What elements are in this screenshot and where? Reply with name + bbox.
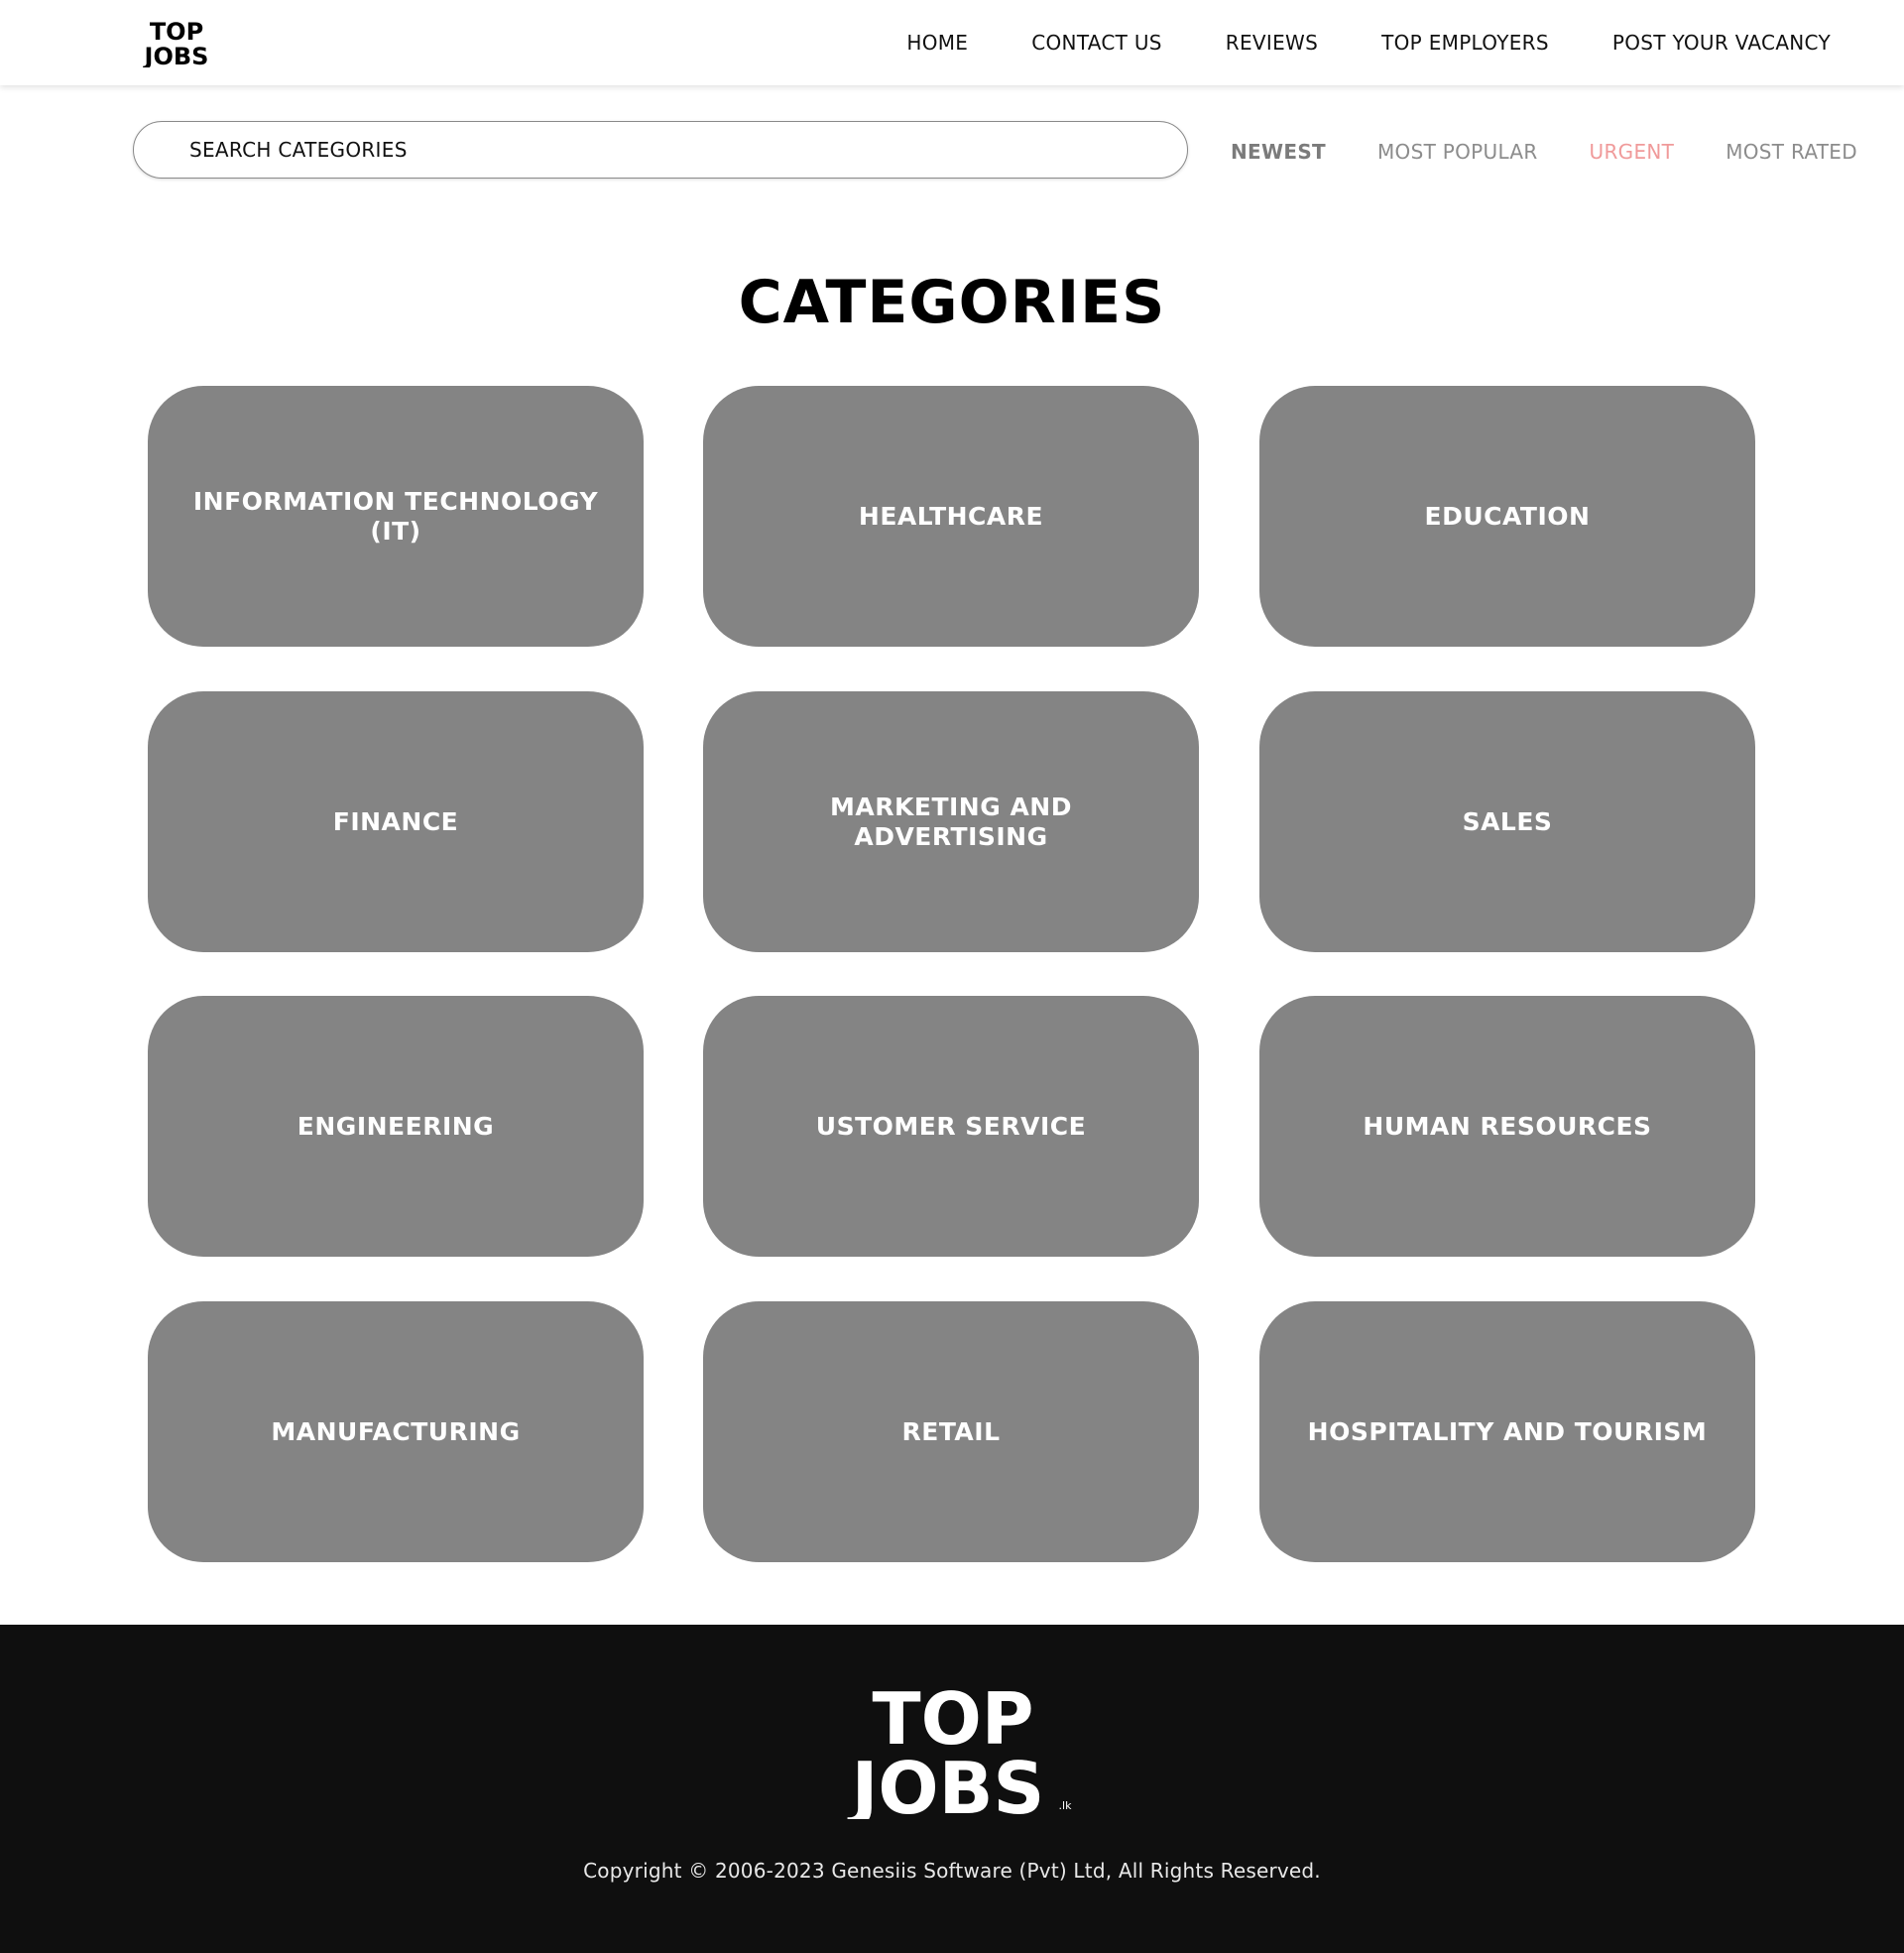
category-label: RETAIL (901, 1416, 1001, 1446)
main-nav: HOME CONTACT US REVIEWS TOP EMPLOYERS PO… (906, 0, 1831, 85)
category-card-it[interactable]: INFORMATION TECHNOLOGY (IT) (148, 386, 644, 647)
category-label: ENGINEERING (297, 1111, 495, 1141)
site-footer: TOP JOBS .lk Copyright © 2006-2023 Genes… (0, 1625, 1904, 1953)
category-label: INFORMATION TECHNOLOGY (IT) (192, 486, 599, 546)
footer-logo: TOP JOBS .lk (829, 1680, 1077, 1819)
nav-home[interactable]: HOME (906, 0, 968, 85)
category-card-education[interactable]: EDUCATION (1259, 386, 1755, 647)
category-card-engineering[interactable]: ENGINEERING (148, 996, 644, 1257)
category-card-customer-service[interactable]: USTOMER SERVICE (703, 996, 1199, 1257)
category-label: HEALTHCARE (858, 501, 1044, 531)
nav-post-your-vacancy[interactable]: POST YOUR VACANCY (1612, 0, 1831, 85)
nav-reviews[interactable]: REVIEWS (1226, 0, 1318, 85)
filter-most-popular[interactable]: MOST POPULAR (1377, 140, 1538, 164)
filter-urgent[interactable]: URGENT (1590, 140, 1675, 164)
category-label: MARKETING AND ADVERTISING (830, 792, 1072, 851)
category-label: MANUFACTURING (271, 1416, 521, 1446)
category-label: USTOMER SERVICE (815, 1111, 1087, 1141)
filter-newest[interactable]: NEWEST (1231, 140, 1326, 164)
category-card-hospitality[interactable]: HOSPITALITY AND TOURISM (1259, 1301, 1755, 1562)
category-label: EDUCATION (1424, 501, 1591, 531)
category-card-human-resources[interactable]: HUMAN RESOURCES (1259, 996, 1755, 1257)
category-card-finance[interactable]: FINANCE (148, 691, 644, 952)
category-label: SALES (1462, 806, 1553, 836)
site-header: TOP JOBS HOME CONTACT US REVIEWS TOP EMP… (0, 0, 1904, 85)
svg-text:TOP: TOP (150, 18, 203, 46)
svg-text:JOBS: JOBS (143, 43, 209, 67)
copyright-text: Copyright © 2006-2023 Genesiis Software … (583, 1859, 1321, 1883)
svg-text:JOBS: JOBS (847, 1747, 1045, 1819)
category-card-retail[interactable]: RETAIL (703, 1301, 1199, 1562)
nav-top-employers[interactable]: TOP EMPLOYERS (1381, 0, 1549, 85)
nav-contact-us[interactable]: CONTACT US (1031, 0, 1162, 85)
category-card-healthcare[interactable]: HEALTHCARE (703, 386, 1199, 647)
category-card-marketing[interactable]: MARKETING AND ADVERTISING (703, 691, 1199, 952)
svg-text:.lk: .lk (1059, 1799, 1073, 1812)
sort-filters: NEWEST MOST POPULAR URGENT MOST RATED (1231, 123, 1857, 181)
page-title: CATEGORIES (738, 268, 1166, 337)
category-label: HOSPITALITY AND TOURISM (1307, 1416, 1708, 1446)
category-card-manufacturing[interactable]: MANUFACTURING (148, 1301, 644, 1562)
search-bar (133, 121, 1188, 179)
category-label: HUMAN RESOURCES (1363, 1111, 1652, 1141)
category-card-sales[interactable]: SALES (1259, 691, 1755, 952)
filter-most-rated[interactable]: MOST RATED (1726, 140, 1857, 164)
search-input[interactable] (189, 122, 1161, 177)
category-label: FINANCE (332, 806, 459, 836)
top-jobs-logo[interactable]: TOP JOBS (132, 18, 221, 67)
